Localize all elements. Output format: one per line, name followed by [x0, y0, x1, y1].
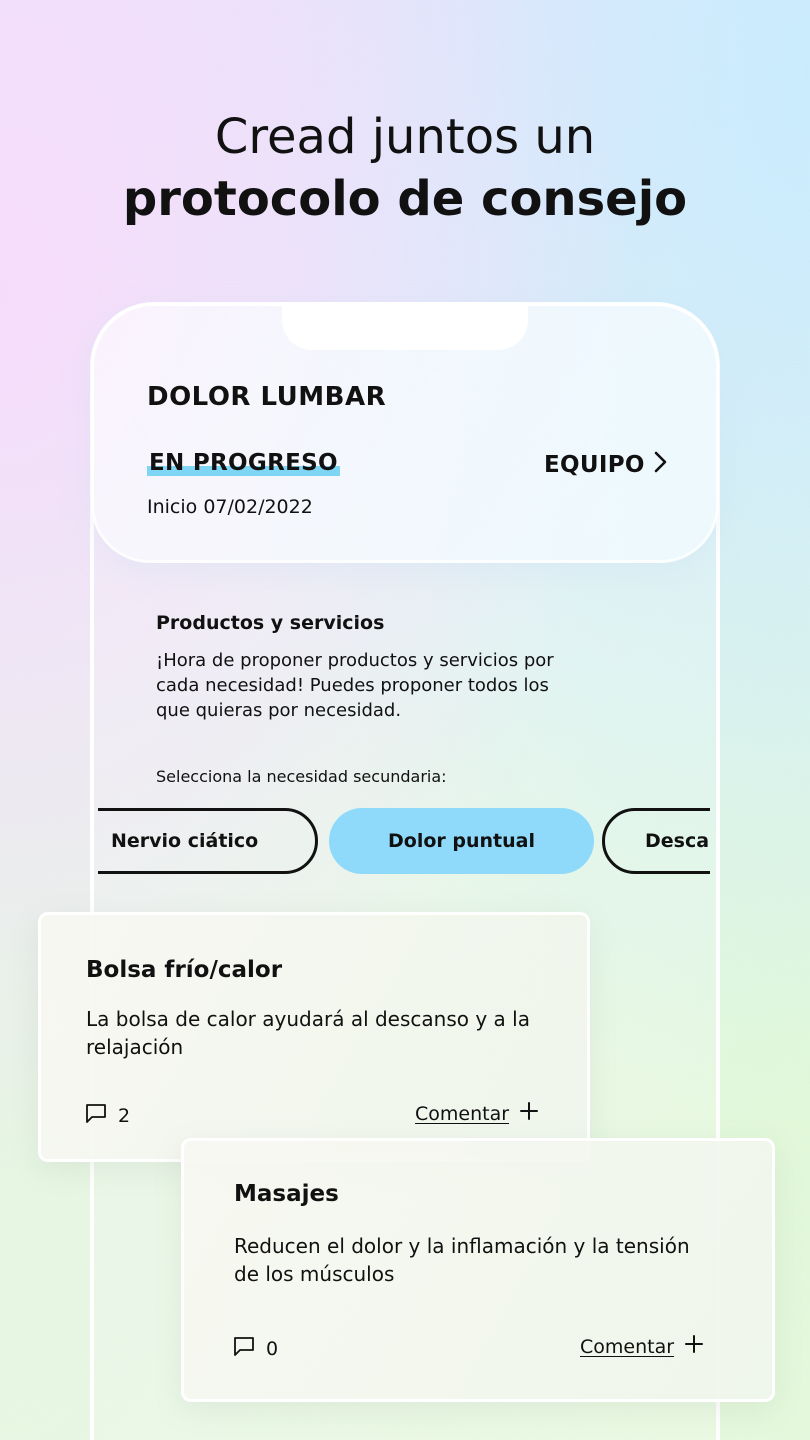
status-badge: EN PROGRESO	[147, 450, 340, 476]
section-title: Productos y servicios	[156, 612, 385, 634]
chip-nervio-ciatico[interactable]: Nervio ciático	[98, 808, 318, 874]
comment-count-value: 2	[118, 1104, 131, 1127]
need-chips: Nervio ciático Dolor puntual Desca	[98, 806, 710, 876]
chip-label: Dolor puntual	[388, 830, 535, 852]
start-date: Inicio 07/02/2022	[147, 496, 313, 518]
comment-count-value: 0	[266, 1337, 279, 1360]
chip-label: Desca	[645, 830, 710, 852]
chip-dolor-puntual[interactable]: Dolor puntual	[329, 808, 594, 874]
chip-descanso[interactable]: Desca	[602, 808, 710, 874]
comment-button-label: Comentar	[415, 1102, 510, 1125]
select-need-label: Selecciona la necesidad secundaria:	[156, 767, 447, 786]
card-description: La bolsa de calor ayudará al descanso y …	[86, 1007, 530, 1059]
product-card: Bolsa frío/calor La bolsa de calor ayuda…	[38, 912, 590, 1162]
phone-notch	[282, 302, 528, 350]
comment-button[interactable]: Comentar	[580, 1334, 704, 1359]
team-button[interactable]: EQUIPO	[544, 450, 669, 480]
headline: Cread juntos un protocolo de consejo	[0, 106, 810, 230]
card-title: Masajes	[234, 1181, 339, 1207]
comment-count: 0	[232, 1334, 278, 1363]
chevron-right-icon	[653, 451, 669, 479]
comment-bubble-icon	[84, 1101, 108, 1130]
comment-bubble-icon	[232, 1334, 256, 1363]
plus-icon	[519, 1101, 539, 1126]
comment-button-label: Comentar	[580, 1335, 675, 1358]
product-card: Masajes Reducen el dolor y la inflamació…	[181, 1138, 775, 1402]
team-label: EQUIPO	[544, 452, 645, 478]
comment-button[interactable]: Comentar	[415, 1101, 539, 1126]
chip-label: Nervio ciático	[111, 830, 259, 852]
comment-count: 2	[84, 1101, 130, 1130]
card-description: Reducen el dolor y la inflamación y la t…	[234, 1234, 690, 1286]
protocol-title: DOLOR LUMBAR	[147, 382, 387, 412]
section-description: ¡Hora de proponer productos y servicios …	[156, 650, 554, 721]
headline-line-2: protocolo de consejo	[122, 171, 688, 227]
card-title: Bolsa frío/calor	[86, 957, 283, 983]
plus-icon	[684, 1334, 704, 1359]
headline-line-1: Cread juntos un	[214, 109, 596, 165]
